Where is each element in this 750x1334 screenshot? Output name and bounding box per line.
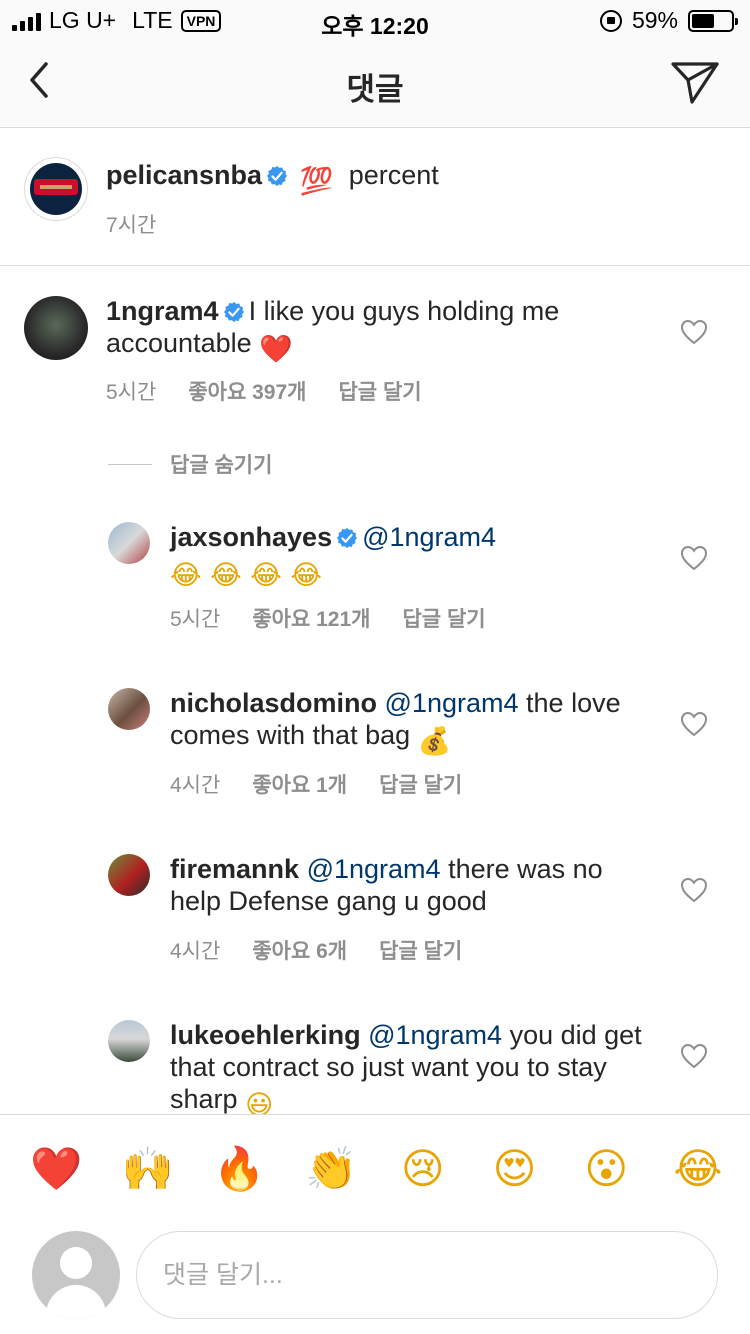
comment-body: 1ngram4 I like you guys holding me accoun… [106, 295, 626, 366]
paper-plane-icon [671, 62, 719, 104]
likes-count[interactable]: 좋아요 6개 [252, 935, 347, 965]
comment-time: 4시간 [170, 774, 221, 797]
emoji-raised-hands-button[interactable]: 🙌 [122, 1143, 174, 1223]
emoji-heart-eyes-button[interactable]: 😍 [489, 1143, 541, 1223]
comment-body: lukeoehlerking @1ngram4 you did get that… [170, 1019, 650, 1122]
emoji-laughing-button[interactable]: 😂 [672, 1143, 724, 1223]
battery-percent: 59% [631, 7, 678, 33]
comment-body: jaxsonhayes @1ngram4 😂 😂 😂 😂 [170, 521, 650, 592]
caption-username[interactable]: pelicansnba [106, 160, 262, 190]
like-heart-icon[interactable] [680, 711, 708, 737]
reply-button[interactable]: 답글 달기 [402, 603, 485, 633]
caption-time: 7시간 [106, 214, 157, 237]
caption-text: percent [348, 160, 439, 190]
rotation-lock-icon [599, 9, 622, 32]
nav-bar: 댓글 [0, 40, 750, 128]
reply-button[interactable]: 답글 달기 [379, 935, 462, 965]
emoji-crying-button[interactable]: 😢 [397, 1143, 449, 1223]
avatar[interactable] [108, 1020, 150, 1062]
post-caption: pelicansnba 💯 percent 7시간 [0, 129, 750, 266]
emoji-clapping-button[interactable]: 👏 [305, 1143, 357, 1223]
comment-time: 5시간 [106, 381, 157, 404]
quick-emoji-bar: ❤️ 🙌 🔥 👏 😢 😍 😮 😂 [0, 1115, 750, 1223]
emoji-heart-button[interactable]: ❤️ [30, 1143, 82, 1223]
hide-replies-label: 답글 숨기기 [170, 454, 273, 477]
verified-badge-icon [266, 165, 288, 187]
status-bar: LG U+ LTE VPN 오후 12:20 59% [0, 0, 750, 40]
like-heart-icon[interactable] [680, 877, 708, 903]
my-avatar [32, 1231, 120, 1319]
verified-badge-icon [223, 301, 244, 323]
comment-username[interactable]: jaxsonhayes [170, 522, 332, 552]
likes-count[interactable]: 좋아요 121개 [252, 603, 370, 633]
like-heart-icon[interactable] [680, 1043, 708, 1069]
comment-body: nicholasdomino @1ngram4 the love comes w… [170, 687, 650, 758]
comment-time: 4시간 [170, 940, 221, 963]
like-heart-icon[interactable] [680, 319, 708, 345]
avatar[interactable] [24, 296, 88, 360]
verified-badge-icon [337, 527, 358, 549]
mention-link[interactable]: @1ngram4 [362, 522, 496, 552]
comment-time: 5시간 [170, 608, 221, 631]
comment-composer-area: ❤️ 🙌 🔥 👏 😢 😍 😮 😂 [0, 1114, 750, 1334]
hundred-emoji: 💯 [299, 166, 334, 197]
comment-input-box[interactable] [136, 1231, 718, 1319]
comment-username[interactable]: lukeoehlerking [170, 1020, 361, 1050]
like-heart-icon[interactable] [680, 545, 708, 571]
likes-count[interactable]: 좋아요 1개 [252, 769, 347, 799]
comment-input[interactable] [163, 1260, 691, 1290]
comment-username[interactable]: 1ngram4 [106, 296, 219, 326]
battery-icon [688, 9, 738, 32]
avatar[interactable] [24, 157, 88, 221]
heart-emoji: ❤️ [259, 334, 293, 365]
mention-link[interactable]: @1ngram4 [385, 688, 519, 718]
mention-link[interactable]: @1ngram4 [368, 1020, 502, 1050]
money-bag-emoji: 💰 [417, 726, 452, 757]
divider [108, 463, 152, 465]
laughing-emoji: 😂 😂 😂 😂 [170, 560, 322, 591]
avatar[interactable] [108, 854, 150, 896]
hide-replies-button[interactable]: 답글 숨기기 [108, 449, 272, 479]
page-title: 댓글 [346, 72, 404, 107]
pelicans-logo [30, 163, 82, 215]
avatar[interactable] [108, 522, 150, 564]
emoji-surprised-button[interactable]: 😮 [580, 1143, 632, 1223]
share-button[interactable] [670, 58, 720, 106]
likes-count[interactable]: 좋아요 397개 [188, 376, 306, 406]
comment-body: firemannk @1ngram4 there was no help Def… [170, 853, 650, 917]
reply-button[interactable]: 답글 달기 [338, 376, 421, 406]
mention-link[interactable]: @1ngram4 [307, 854, 441, 884]
comment-username[interactable]: nicholasdomino [170, 688, 377, 718]
comment-username[interactable]: firemannk [170, 854, 299, 884]
emoji-fire-button[interactable]: 🔥 [213, 1143, 265, 1223]
reply-button[interactable]: 답글 달기 [379, 769, 462, 799]
avatar[interactable] [108, 688, 150, 730]
